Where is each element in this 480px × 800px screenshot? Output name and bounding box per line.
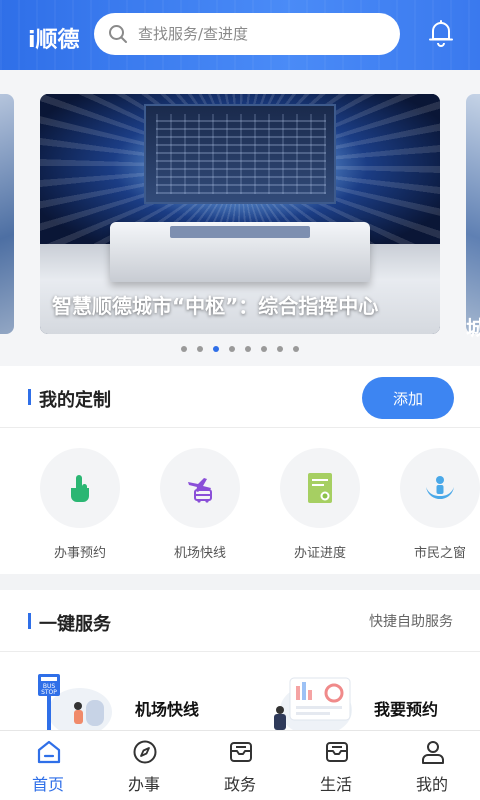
tile-icon-circle bbox=[400, 448, 480, 528]
nav-item-life[interactable]: 生活 bbox=[288, 731, 384, 800]
nav-item-services[interactable]: 办事 bbox=[96, 731, 192, 800]
carousel-dot[interactable] bbox=[181, 346, 187, 352]
tile-icon-circle bbox=[160, 448, 240, 528]
tray-icon bbox=[326, 742, 348, 762]
service-make-appointment[interactable]: 我要预约 bbox=[268, 666, 458, 738]
carousel-dot[interactable] bbox=[293, 346, 299, 352]
appointment-dashboard-icon bbox=[274, 677, 352, 736]
tile-airport-express[interactable]: 机场快线 bbox=[150, 448, 250, 561]
service-airport-express[interactable]: BUS STOP 机场快线 bbox=[30, 666, 230, 738]
section-accent-bar bbox=[28, 613, 31, 629]
slide-image-desk bbox=[110, 222, 370, 282]
app-logo: i顺德 bbox=[28, 28, 80, 53]
carousel-dot[interactable] bbox=[245, 346, 251, 352]
section-header: 一键服务 快捷自助服务 bbox=[0, 590, 480, 652]
plane-bus-icon bbox=[188, 478, 212, 503]
nav-label: 生活 bbox=[319, 775, 352, 794]
banner-carousel[interactable]: 智慧顺德城市“中枢”：综合指挥中心 城 bbox=[0, 70, 480, 366]
nav-label: 首页 bbox=[31, 775, 64, 794]
add-button[interactable]: 添加 bbox=[362, 377, 454, 419]
certificate-icon bbox=[308, 473, 332, 503]
bell-icon[interactable] bbox=[426, 18, 456, 48]
carousel-dot[interactable] bbox=[197, 346, 203, 352]
carousel-dots bbox=[0, 346, 480, 352]
hands-person-icon bbox=[426, 476, 454, 499]
app-header: i顺德 bbox=[0, 0, 480, 70]
slide-image-screen bbox=[144, 104, 336, 204]
carousel-prev-slide[interactable] bbox=[0, 94, 14, 334]
service-label: 我要预约 bbox=[374, 700, 439, 719]
user-icon bbox=[422, 741, 444, 764]
search-icon bbox=[109, 25, 127, 43]
tile-label: 机场快线 bbox=[173, 546, 226, 561]
one-click-section: 一键服务 快捷自助服务 BUS STOP 机场快线 我要预约 bbox=[0, 590, 480, 740]
compass-icon bbox=[133, 740, 157, 764]
bus-stop-icon: BUS STOP bbox=[38, 674, 112, 736]
nav-item-mine[interactable]: 我的 bbox=[384, 731, 480, 800]
section-accent-bar bbox=[28, 389, 31, 405]
tile-appointment[interactable]: 办事预约 bbox=[30, 448, 130, 561]
tray-icon bbox=[230, 742, 252, 762]
search-input[interactable] bbox=[138, 25, 378, 43]
carousel-dot[interactable] bbox=[261, 346, 267, 352]
carousel-next-slide[interactable]: 城 bbox=[466, 94, 480, 340]
quick-self-service-link[interactable]: 快捷自助服务 bbox=[369, 611, 453, 631]
search-bar[interactable] bbox=[94, 13, 400, 55]
tile-icon-circle bbox=[280, 448, 360, 528]
custom-grid: 办事预约 机场快线 办证进度 市民之窗 bbox=[0, 448, 480, 568]
section-title: 我的定制 bbox=[39, 390, 111, 411]
next-slide-caption: 城 bbox=[466, 316, 480, 340]
tile-citizen-window[interactable]: 市民之窗 bbox=[390, 448, 480, 561]
tile-certificate-progress[interactable]: 办证进度 bbox=[270, 448, 370, 561]
my-custom-section: 我的定制 添加 办事预约 机场快线 办证进度 市民之窗 bbox=[0, 366, 480, 574]
nav-label: 政务 bbox=[223, 775, 256, 794]
tile-icon-circle bbox=[40, 448, 120, 528]
slide-caption: 智慧顺德城市“中枢”：综合指挥中心 bbox=[52, 294, 379, 318]
nav-label: 办事 bbox=[127, 775, 160, 794]
tile-label: 市民之窗 bbox=[413, 546, 466, 561]
nav-label: 我的 bbox=[415, 775, 448, 794]
bus-stop-sign-text-2: STOP bbox=[41, 689, 57, 696]
carousel-slide[interactable]: 智慧顺德城市“中枢”：综合指挥中心 bbox=[40, 94, 440, 334]
hand-tap-icon bbox=[71, 475, 89, 502]
carousel-dot-active[interactable] bbox=[213, 346, 219, 352]
tile-label: 办事预约 bbox=[53, 546, 106, 561]
carousel-dot[interactable] bbox=[229, 346, 235, 352]
carousel-dot[interactable] bbox=[277, 346, 283, 352]
section-title: 一键服务 bbox=[39, 614, 111, 635]
nav-item-government[interactable]: 政务 bbox=[192, 731, 288, 800]
bottom-nav: 首页 办事 政务 生活 我的 bbox=[0, 730, 480, 800]
nav-item-home[interactable]: 首页 bbox=[0, 731, 96, 800]
service-label: 机场快线 bbox=[135, 700, 200, 719]
home-icon bbox=[37, 740, 61, 764]
tile-label: 办证进度 bbox=[293, 546, 346, 561]
section-header: 我的定制 添加 bbox=[0, 366, 480, 428]
